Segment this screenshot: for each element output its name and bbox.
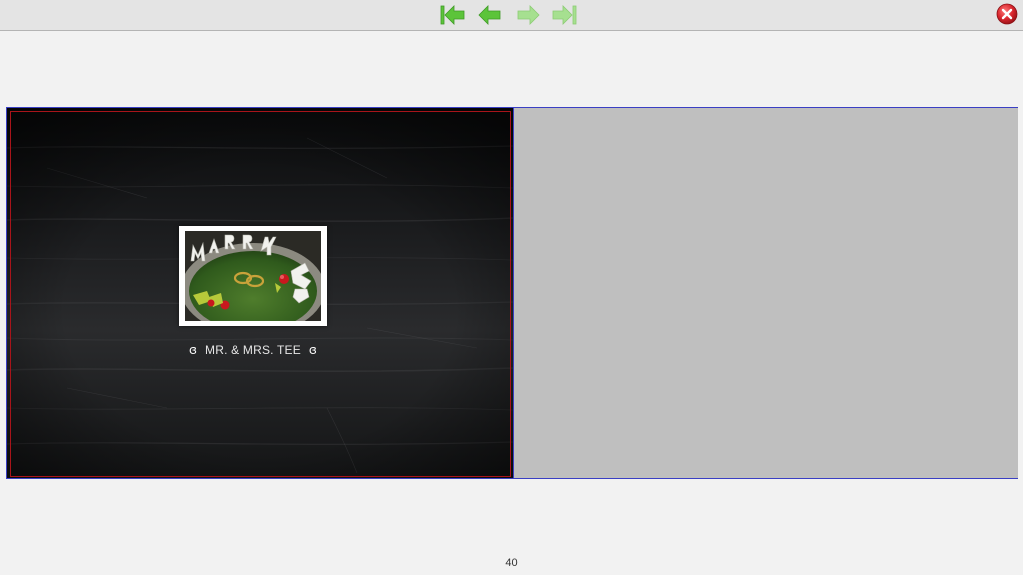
next-page-button[interactable]	[514, 3, 542, 27]
wedding-rings-photo	[185, 231, 321, 321]
right-page[interactable]	[513, 108, 1018, 478]
photo-frame[interactable]	[179, 226, 327, 326]
ornament-right: ɞ	[308, 342, 318, 357]
ornament-left: ɞ	[188, 342, 198, 357]
close-button[interactable]	[996, 3, 1018, 25]
previous-page-button[interactable]	[476, 3, 504, 27]
arrow-right-icon	[517, 5, 540, 25]
close-icon	[996, 3, 1018, 25]
arrow-left-icon	[478, 5, 501, 25]
first-page-button[interactable]	[438, 3, 466, 27]
book-spread: ɞ MR. & MRS. TEE ɞ	[6, 107, 1018, 479]
arrow-first-icon	[440, 5, 465, 25]
toolbar	[0, 0, 1023, 31]
photo-caption: ɞ MR. & MRS. TEE ɞ	[179, 342, 327, 357]
page-number: 40	[505, 557, 518, 569]
last-page-button[interactable]	[551, 3, 579, 27]
left-page[interactable]: ɞ MR. & MRS. TEE ɞ	[7, 108, 513, 478]
arrow-last-icon	[552, 5, 577, 25]
caption-text: MR. & MRS. TEE	[205, 342, 301, 357]
